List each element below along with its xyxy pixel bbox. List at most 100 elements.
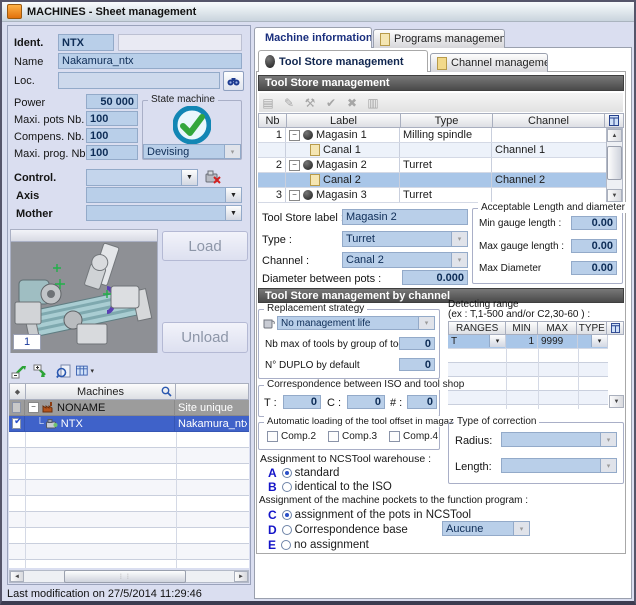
ident2-field[interactable] (118, 34, 242, 51)
ranges-scroll-down-button[interactable]: ▼ (609, 395, 624, 408)
correspondence-title: Correspondence between ISO and tool shop (264, 379, 467, 390)
length-select[interactable]: ▾ (501, 458, 617, 473)
axis-select[interactable]: ▼ (86, 187, 242, 203)
chevron-down-icon: ▾ (600, 459, 616, 472)
scroll-right-button[interactable]: ► (234, 571, 248, 582)
edit-button[interactable]: ✎ (280, 95, 298, 111)
max-gauge-field[interactable]: 0.00 (571, 239, 617, 253)
hash-field[interactable]: 0 (407, 395, 437, 409)
expand-all-button[interactable] (32, 363, 50, 379)
title-bar[interactable]: MACHINES - Sheet management (2, 2, 634, 22)
comp4-checkbox[interactable]: Comp.4 (389, 431, 438, 442)
preview-button[interactable] (54, 363, 72, 379)
compens-field[interactable]: 100 (86, 128, 138, 143)
maxi-pots-field[interactable]: 100 (86, 111, 138, 126)
duplo-field[interactable]: 0 (399, 358, 435, 371)
maxi-prog-field[interactable]: 100 (86, 145, 138, 160)
collapse-node-icon[interactable]: − (28, 402, 39, 413)
collapse-all-button[interactable] (10, 363, 28, 379)
scroll-left-button[interactable]: ◄ (10, 571, 24, 582)
table-row[interactable]: 1 −Magasin 1 Milling spindle (258, 128, 606, 143)
scroll-down-button[interactable]: ▼ (607, 189, 622, 202)
correspondence-base-select[interactable]: Aucune ▾ (442, 521, 530, 536)
min-gauge-field[interactable]: 0.00 (571, 216, 617, 230)
control-select[interactable]: ▼ (86, 169, 198, 186)
radio-icon (282, 510, 292, 520)
load-button[interactable]: Load (162, 231, 248, 261)
radio-c-pots-ncstool[interactable]: C assignment of the pots in NCSTool (268, 508, 471, 522)
horizontal-scrollbar[interactable]: ◄ ⋮⋮ ► (9, 570, 249, 583)
pencil-icon: ✎ (284, 96, 294, 110)
t-field[interactable]: 0 (283, 395, 321, 409)
report-button[interactable]: ▥ (364, 95, 382, 111)
radius-select[interactable]: ▾ (501, 432, 617, 447)
type-label: Type : (262, 234, 292, 246)
grid-vertical-scrollbar[interactable]: ▲ ▼ (606, 128, 623, 203)
name-field[interactable]: Nakamura_ntx (58, 53, 242, 69)
row-checkbox-checked[interactable]: ✔ (12, 418, 21, 429)
radio-b-identical-iso[interactable]: B identical to the ISO (268, 480, 392, 494)
tab-programs-management[interactable]: Programs management (373, 29, 505, 48)
collapse-node-icon[interactable]: − (289, 130, 300, 141)
collapse-node-icon[interactable]: − (289, 160, 300, 171)
scrollbar-thumb[interactable] (607, 146, 622, 180)
image-index-box[interactable]: 1 (13, 334, 41, 350)
c-field[interactable]: 0 (347, 395, 385, 409)
tool-button[interactable]: ⚒ (301, 95, 319, 111)
state-machine-select[interactable]: Devising ▾ (143, 144, 241, 159)
validate-button[interactable]: ✔ (322, 95, 340, 111)
ranges-header[interactable]: RANGES MIN MAX TYPE (448, 321, 624, 335)
subtab-tool-store-management[interactable]: Tool Store management (258, 50, 428, 72)
chevron-down-icon[interactable]: ▾ (591, 335, 607, 347)
channel-icon (437, 57, 447, 70)
store-grid-header[interactable]: Nb Label Type Channel (258, 113, 624, 128)
scroll-up-button[interactable]: ▲ (607, 129, 622, 142)
store-label-field[interactable]: Magasin 2 (342, 209, 468, 225)
table-row[interactable]: 2 −Magasin 2 Turret (258, 158, 606, 173)
tab-machine-informations[interactable]: Machine informations (254, 27, 372, 48)
control-machine-icon[interactable] (205, 169, 221, 185)
tree-header[interactable]: ◆ Machines (9, 383, 249, 400)
comp3-checkbox[interactable]: Comp.3 (328, 431, 377, 442)
nbmax-field[interactable]: 0 (399, 337, 435, 350)
unload-button[interactable]: Unload (162, 322, 248, 353)
new-button[interactable]: ▤ (259, 95, 277, 111)
search-loc-button[interactable] (223, 71, 244, 91)
t-label: T : (264, 397, 277, 409)
scrollbar-thumb[interactable]: ⋮⋮ (64, 570, 186, 583)
search-icon[interactable] (161, 386, 172, 397)
chevron-down-icon[interactable]: ▾ (489, 335, 505, 347)
row-checkbox[interactable] (12, 402, 21, 413)
programs-icon (380, 33, 390, 46)
maxi-pots-label: Maxi. pots Nb. (14, 114, 84, 126)
tree-row-noname[interactable]: − NONAME Site unique (9, 400, 249, 416)
ranges-row[interactable]: T ▾ 1 9999 ▾ (448, 335, 608, 349)
collapse-node-icon[interactable]: − (289, 190, 300, 201)
mother-select[interactable]: ▼ (86, 205, 242, 221)
type-select[interactable]: Turret ▾ (342, 231, 468, 247)
app-icon (7, 4, 22, 19)
table-row[interactable]: 3 −Magasin 3 Turret (258, 188, 606, 203)
channel-select[interactable]: Canal 2 ▾ (342, 252, 468, 268)
column-chooser-icon[interactable] (609, 115, 619, 126)
table-row-selected[interactable]: Canal 2 Channel 2 (258, 173, 606, 188)
replacement-select[interactable]: No management life ▾ (277, 316, 435, 330)
section-by-channel: Tool Store management by channel (258, 288, 624, 303)
delete-button[interactable]: ✖ (343, 95, 361, 111)
power-field[interactable]: 50 000 (86, 94, 138, 109)
loc-field[interactable] (58, 72, 220, 89)
columns-button[interactable]: ▾ (76, 363, 94, 379)
diameter-field[interactable]: 0.000 (402, 270, 468, 285)
radio-e-no-assignment[interactable]: E no assignment (268, 538, 369, 552)
comp2-checkbox[interactable]: Comp.2 (267, 431, 316, 442)
machines-sheet-window: MACHINES - Sheet management Ident. NTX N… (0, 0, 636, 605)
radio-a-standard[interactable]: A standard (268, 466, 339, 480)
ident-field[interactable]: NTX (58, 34, 114, 51)
column-chooser-icon[interactable] (611, 323, 620, 333)
max-diameter-field[interactable]: 0.00 (571, 261, 617, 275)
tree-row-ntx[interactable]: ✔ └ NTX Nakamura_ntx (9, 416, 249, 432)
radio-d-correspondence-base[interactable]: D Correspondence base (268, 523, 408, 537)
table-row[interactable]: Canal 1 Channel 1 (258, 143, 606, 158)
report-icon: ▥ (367, 96, 378, 110)
subtab-channel-management[interactable]: Channel management (430, 53, 548, 72)
